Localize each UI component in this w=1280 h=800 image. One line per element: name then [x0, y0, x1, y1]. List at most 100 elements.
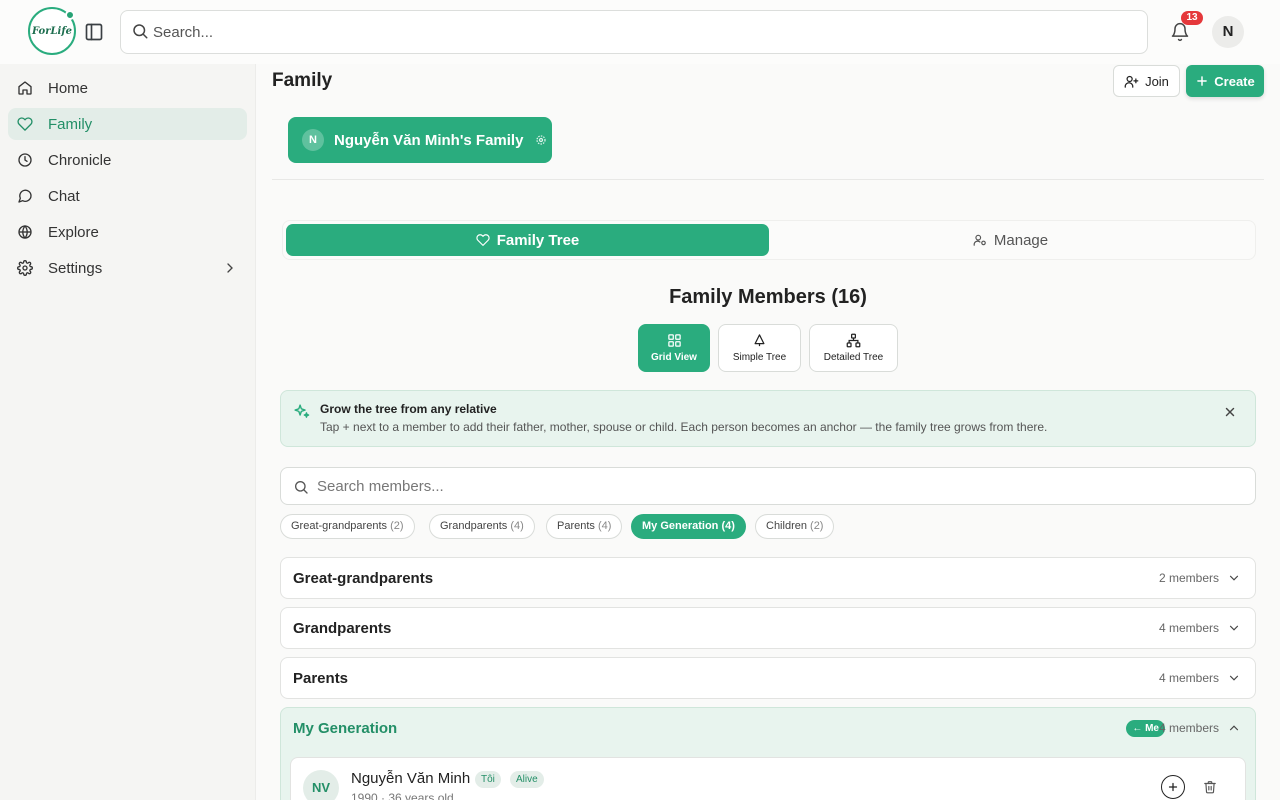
section-divider — [272, 179, 1264, 180]
globe-icon — [18, 224, 32, 240]
tip-banner: Grow the tree from any relative Tap + ne… — [280, 390, 1256, 447]
generation-label: Great-grandparents — [293, 570, 434, 587]
view-label: Detailed Tree — [823, 352, 884, 363]
generation-label: My Generation — [293, 720, 398, 737]
join-button[interactable]: Join — [1113, 65, 1180, 97]
sidebar-item-settings[interactable]: Settings — [8, 252, 247, 284]
page-title: Family — [272, 70, 333, 91]
filter-chip-parents[interactable]: Parents (4) — [546, 514, 623, 539]
sidebar: Home Family Chronicle Chat Explore Setti… — [0, 64, 256, 800]
clock-icon — [18, 153, 32, 167]
sidebar-item-label: Explore — [48, 223, 99, 241]
sparkles-icon — [294, 404, 310, 418]
sidebar-item-label: Family — [48, 115, 93, 133]
filter-label: Grandparents — [440, 520, 508, 532]
search-icon — [131, 22, 149, 40]
generation-row-great-grandparents[interactable]: Great-grandparents 2 members — [280, 557, 1256, 599]
global-search-input[interactable] — [153, 11, 1133, 53]
hierarchy-icon — [846, 333, 861, 348]
family-name: Nguyễn Văn Minh's Family — [334, 131, 524, 149]
simple-tree-button[interactable]: Simple Tree — [718, 324, 801, 372]
user-avatar[interactable]: N — [1212, 16, 1244, 48]
heart-icon — [17, 117, 33, 131]
chevron-up-icon — [1229, 725, 1239, 731]
members-title: Family Members (16) — [669, 286, 867, 308]
status-badge: Alive — [510, 771, 544, 788]
member-card[interactable]: NV Nguyễn Văn Minh Tôi Alive 1990 · 36 y… — [290, 757, 1246, 800]
join-label: Join — [1145, 73, 1169, 89]
generation-count: 2 members — [1158, 571, 1219, 585]
sidebar-item-chronicle[interactable]: Chronicle — [8, 144, 247, 176]
generation-label: Parents — [293, 670, 349, 687]
tab-manage[interactable]: Manage — [769, 224, 1252, 256]
member-avatar: NV — [303, 770, 339, 800]
generation-row-grandparents[interactable]: Grandparents 4 members — [280, 607, 1256, 649]
top-header: ForLife 13 N — [0, 0, 1280, 64]
generation-row-parents[interactable]: Parents 4 members — [280, 657, 1256, 699]
sidebar-item-chat[interactable]: Chat — [8, 180, 247, 212]
sidebar-item-family[interactable]: Family — [8, 108, 247, 140]
global-search — [120, 10, 1148, 54]
filter-label: Great-grandparents — [291, 520, 387, 532]
main-content: Family Join Create N Nguyễn Văn Minh's F… — [256, 64, 1280, 800]
filter-chip-great-grandparents[interactable]: Great-grandparents (2) — [280, 514, 415, 539]
gear-icon — [17, 260, 33, 276]
filter-count: (2) — [810, 520, 824, 532]
filter-chip-my-generation[interactable]: My Generation (4) — [631, 514, 746, 539]
trash-icon[interactable] — [1203, 780, 1217, 794]
filter-label: Parents — [557, 520, 595, 532]
sidebar-item-label: Home — [48, 79, 89, 97]
sidebar-item-label: Chronicle — [48, 151, 112, 169]
generation-count: 4 members — [1158, 721, 1219, 735]
close-icon[interactable] — [1223, 405, 1237, 419]
sidebar-item-home[interactable]: Home — [8, 72, 247, 104]
tab-label: Manage — [993, 231, 1049, 249]
filter-label: My Generation — [642, 520, 719, 532]
tip-text: Tap + next to a member to add their fath… — [320, 420, 1048, 434]
search-icon — [295, 481, 308, 494]
generation-label: Grandparents — [293, 620, 392, 637]
filter-chip-grandparents[interactable]: Grandparents (4) — [429, 514, 535, 539]
self-tag: Tôi — [475, 771, 501, 788]
sidebar-item-label: Chat — [48, 187, 80, 205]
generation-count: 4 members — [1158, 621, 1219, 635]
filter-count: (4) — [721, 520, 735, 532]
filter-chip-children[interactable]: Children (2) — [755, 514, 835, 539]
family-avatar: N — [302, 129, 324, 151]
tree-icon — [754, 334, 765, 347]
family-selector[interactable]: N Nguyễn Văn Minh's Family — [288, 117, 552, 163]
app-logo[interactable]: ForLife — [28, 7, 76, 55]
chat-icon — [18, 189, 32, 203]
grid-view-button[interactable]: Grid View — [638, 324, 710, 372]
add-relative-button[interactable] — [1161, 775, 1185, 799]
logo-status-dot — [65, 10, 75, 20]
tab-label: Family Tree — [496, 231, 580, 249]
user-plus-icon — [1124, 75, 1139, 88]
filter-count: (2) — [390, 520, 404, 532]
view-label: Simple Tree — [732, 352, 787, 363]
member-subtitle: 1990 · 36 years old — [351, 791, 454, 800]
sidebar-item-explore[interactable]: Explore — [8, 216, 247, 248]
sidebar-toggle-icon[interactable] — [84, 22, 104, 42]
create-button[interactable]: Create — [1186, 65, 1264, 97]
gear-icon[interactable] — [535, 134, 547, 146]
chevron-right-icon — [227, 263, 233, 273]
heart-icon — [476, 234, 490, 246]
bell-icon[interactable] — [1170, 22, 1190, 42]
grid-icon — [667, 334, 681, 347]
filter-label: Children — [766, 520, 807, 532]
home-icon — [18, 81, 32, 95]
tab-family-tree[interactable]: Family Tree — [286, 224, 769, 256]
member-search-input[interactable] — [317, 468, 1237, 504]
user-gear-icon — [973, 234, 986, 246]
filter-count: (4) — [510, 520, 524, 532]
chevron-down-icon — [1229, 625, 1239, 631]
detailed-tree-button[interactable]: Detailed Tree — [809, 324, 898, 372]
notification-badge: 13 — [1181, 11, 1203, 25]
logo-text: ForLife — [32, 25, 72, 37]
tip-title: Grow the tree from any relative — [320, 402, 497, 416]
plus-icon — [1168, 782, 1178, 792]
member-search — [280, 467, 1256, 505]
generation-count: 4 members — [1158, 671, 1219, 685]
plus-icon — [1197, 76, 1208, 86]
